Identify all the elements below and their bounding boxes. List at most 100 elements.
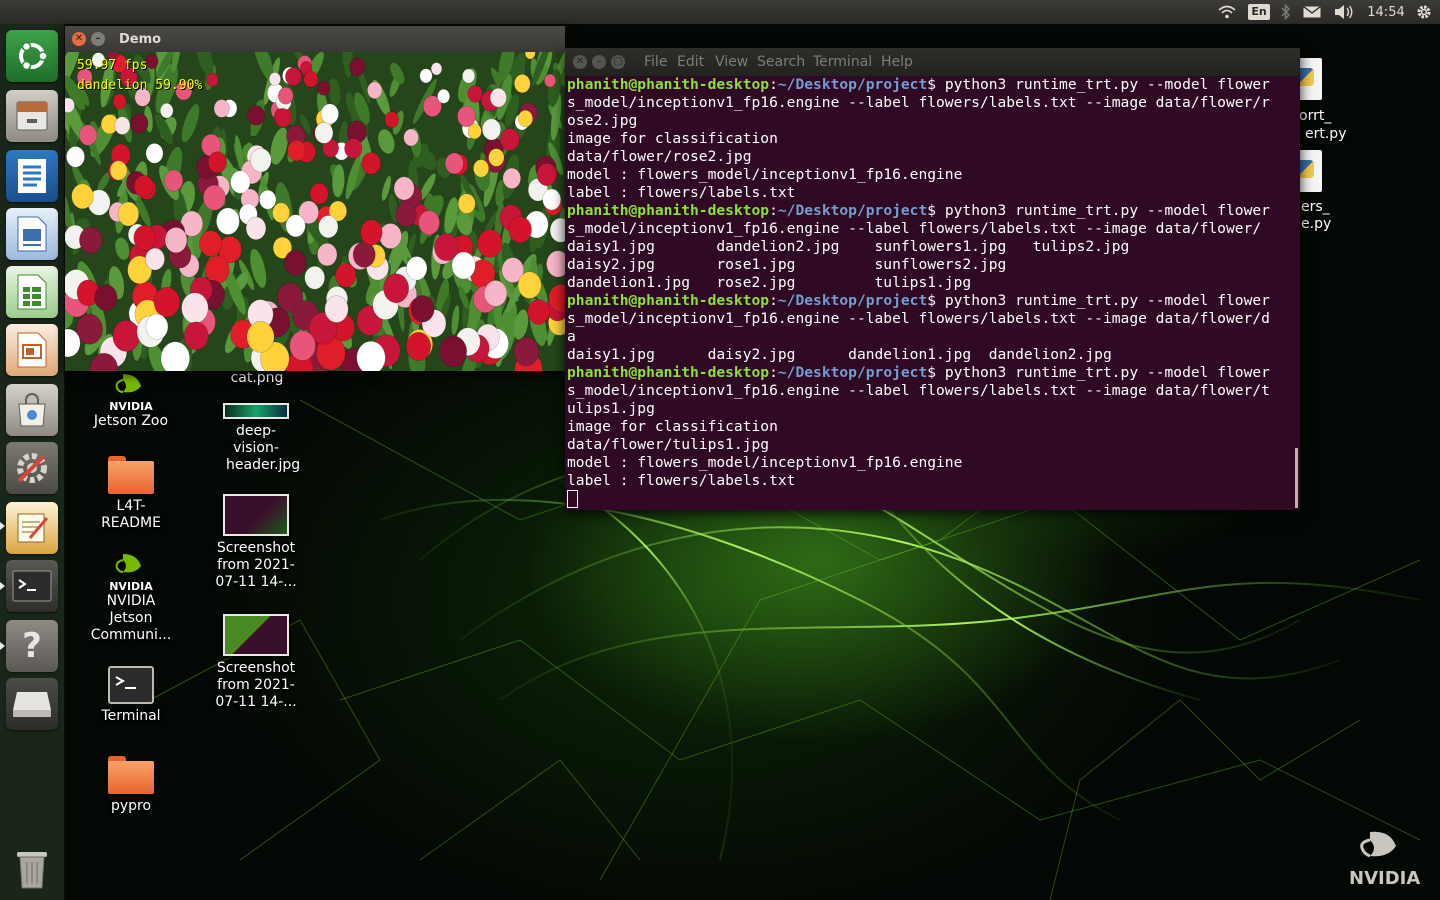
prompt-command: $ python3 runtime_trt.py --model flower	[927, 202, 1270, 219]
active-indicator	[0, 642, 5, 650]
terminal-output[interactable]: phanith@phanith-desktop:~/Desktop/projec…	[567, 76, 1292, 510]
demo-titlebar[interactable]: ✕ – Demo	[65, 26, 565, 52]
terminal-scrollbar[interactable]	[1295, 448, 1298, 508]
desktop-icon-label: pypro	[110, 798, 152, 814]
folder-icon	[108, 456, 154, 494]
software-center-button[interactable]	[6, 384, 58, 436]
desktop-icon-terminal[interactable]: Terminal	[86, 666, 176, 725]
clock[interactable]: 14:54	[1364, 0, 1408, 24]
lang-badge: En	[1248, 4, 1270, 20]
menu-search[interactable]: Search	[757, 48, 805, 76]
terminal-output-line: model : flowers_model/inceptionv1_fp16.e…	[567, 166, 963, 183]
bluetooth-icon[interactable]	[1276, 0, 1296, 24]
calc-button[interactable]	[6, 266, 58, 318]
terminal-prompt-line: phanith@phanith-desktop:~/Desktop/projec…	[567, 202, 1292, 220]
prompt-user: phanith@phanith-desktop	[567, 292, 770, 309]
minimize-icon[interactable]: –	[592, 55, 606, 69]
desktop-icon-label: ert.py	[1305, 126, 1347, 142]
wifi-icon[interactable]	[1214, 0, 1240, 24]
folder-icon	[108, 756, 154, 794]
trash-button[interactable]	[6, 842, 58, 894]
desktop-icon-label: Screenshot from 2021-07-11 14-...	[215, 660, 297, 710]
desktop-icon-nvidia-community[interactable]: NVIDIA NVIDIA Jetson Communi...	[86, 552, 176, 644]
tulip-field-image: 59.97 fps dandelion 59.90%	[65, 52, 565, 371]
terminal-menubar[interactable]: ✕ – □ File Edit View Search Terminal Hel…	[565, 48, 1300, 76]
terminal-output-line: a	[567, 328, 576, 345]
terminal-prompt-line: phanith@phanith-desktop:~/Desktop/projec…	[567, 76, 1292, 94]
prompt-user: phanith@phanith-desktop	[567, 76, 770, 93]
minimize-icon[interactable]: –	[91, 32, 105, 46]
notes-button[interactable]	[6, 502, 58, 554]
terminal-output-line: ose2.jpg	[567, 112, 638, 129]
desktop-icon-label: deep-vision-header.jpg	[226, 423, 301, 473]
fps-overlay: 59.97 fps	[77, 58, 148, 73]
terminal-output-line: model : flowers_model/inceptionv1_fp16.e…	[567, 454, 963, 471]
desktop-icon-screenshot-1[interactable]: Screenshot from 2021-07-11 14-...	[211, 494, 301, 591]
menu-view[interactable]: View	[715, 48, 748, 76]
menu-help[interactable]: Help	[881, 48, 913, 76]
menu-terminal[interactable]: Terminal	[813, 48, 872, 76]
mail-icon[interactable]	[1300, 0, 1324, 24]
drive-button[interactable]	[6, 678, 58, 730]
desktop-icon-label: Terminal	[101, 708, 161, 724]
prompt-separator: :	[769, 292, 778, 309]
writer-button[interactable]	[6, 208, 58, 260]
terminal-output-line: ulips1.jpg	[567, 400, 655, 417]
help-question-icon: ?	[22, 626, 42, 666]
maximize-icon[interactable]: □	[611, 55, 625, 69]
close-icon[interactable]: ✕	[573, 55, 587, 69]
classification-overlay: dandelion 59.90%	[77, 78, 203, 93]
system-settings-button[interactable]	[6, 442, 58, 494]
files-button[interactable]	[6, 90, 58, 142]
launcher: ?	[0, 24, 65, 900]
desktop-icon-label: ers_	[1301, 199, 1330, 215]
volume-icon[interactable]	[1332, 0, 1356, 24]
gear-icon[interactable]	[1412, 0, 1436, 24]
prompt-command: $ python3 runtime_trt.py --model flower	[927, 76, 1270, 93]
ubuntu-dash-button[interactable]	[6, 30, 58, 82]
terminal-window: ✕ – □ File Edit View Search Terminal Hel…	[565, 48, 1300, 510]
shopping-bag-icon	[18, 393, 46, 427]
keyboard-layout-indicator[interactable]: En	[1247, 0, 1271, 24]
terminal-output-line: image for classification	[567, 418, 778, 435]
desktop-icon-pypro[interactable]: pypro	[86, 756, 176, 815]
window-title: Demo	[119, 32, 162, 47]
desktop-icon-jetson-zoo[interactable]: NVIDIA Jetson Zoo	[86, 372, 176, 430]
file-cabinet-icon	[16, 101, 48, 131]
prompt-command: $ python3 runtime_trt.py --model flower	[927, 292, 1270, 309]
nvidia-watermark-text: NVIDIA	[1349, 868, 1421, 889]
nvidia-brand-text: NVIDIA	[109, 580, 153, 593]
spreadsheet-icon	[17, 274, 47, 310]
terminal-output-line: daisy1.jpg daisy2.jpg dandelion1.jpg dan…	[567, 346, 1112, 363]
prompt-path: ~/Desktop/project	[777, 364, 928, 381]
desktop-icon-cat[interactable]: cat.png	[212, 370, 302, 387]
terminal-icon	[12, 570, 52, 602]
terminal-icon	[108, 666, 154, 704]
close-icon[interactable]: ✕	[72, 32, 86, 46]
writer-document-icon	[17, 216, 47, 252]
prompt-path: ~/Desktop/project	[777, 76, 928, 93]
prompt-separator: :	[769, 364, 778, 381]
desktop-icon-screenshot-2[interactable]: Screenshot from 2021-07-11 14-...	[211, 614, 301, 711]
desktop-icon-label: Screenshot from 2021-07-11 14-...	[215, 540, 297, 590]
help-button[interactable]: ?	[6, 620, 58, 672]
nvidia-brand-text: NVIDIA	[109, 400, 153, 413]
menu-edit[interactable]: Edit	[677, 48, 704, 76]
demo-window: ✕ – Demo 59.97 fps dandelion 59.90%	[65, 26, 565, 371]
text-cursor	[567, 490, 578, 508]
terminal-output-line: s_model/inceptionv1_fp16.engine --label …	[567, 382, 1270, 399]
terminal-prompt-line: phanith@phanith-desktop:~/Desktop/projec…	[567, 292, 1292, 310]
prompt-command: $ python3 runtime_trt.py --model flower	[927, 364, 1270, 381]
desktop-icon-label: e.py	[1301, 216, 1332, 232]
text-editor-button[interactable]	[6, 150, 58, 202]
prompt-separator: :	[769, 202, 778, 219]
desktop-icon-deep-vision[interactable]: deep-vision-header.jpg	[211, 403, 301, 474]
desktop-icon-l4t-readme[interactable]: L4T-README	[86, 456, 176, 532]
terminal-output-line: image for classification	[567, 130, 778, 147]
prompt-path: ~/Desktop/project	[777, 292, 928, 309]
terminal-output-line: s_model/inceptionv1_fp16.engine --label …	[567, 220, 1262, 237]
terminal-output-line: data/flower/tulips1.jpg	[567, 436, 770, 453]
menu-file[interactable]: File	[644, 48, 667, 76]
impress-button[interactable]	[6, 324, 58, 376]
terminal-launcher-button[interactable]	[6, 560, 58, 612]
